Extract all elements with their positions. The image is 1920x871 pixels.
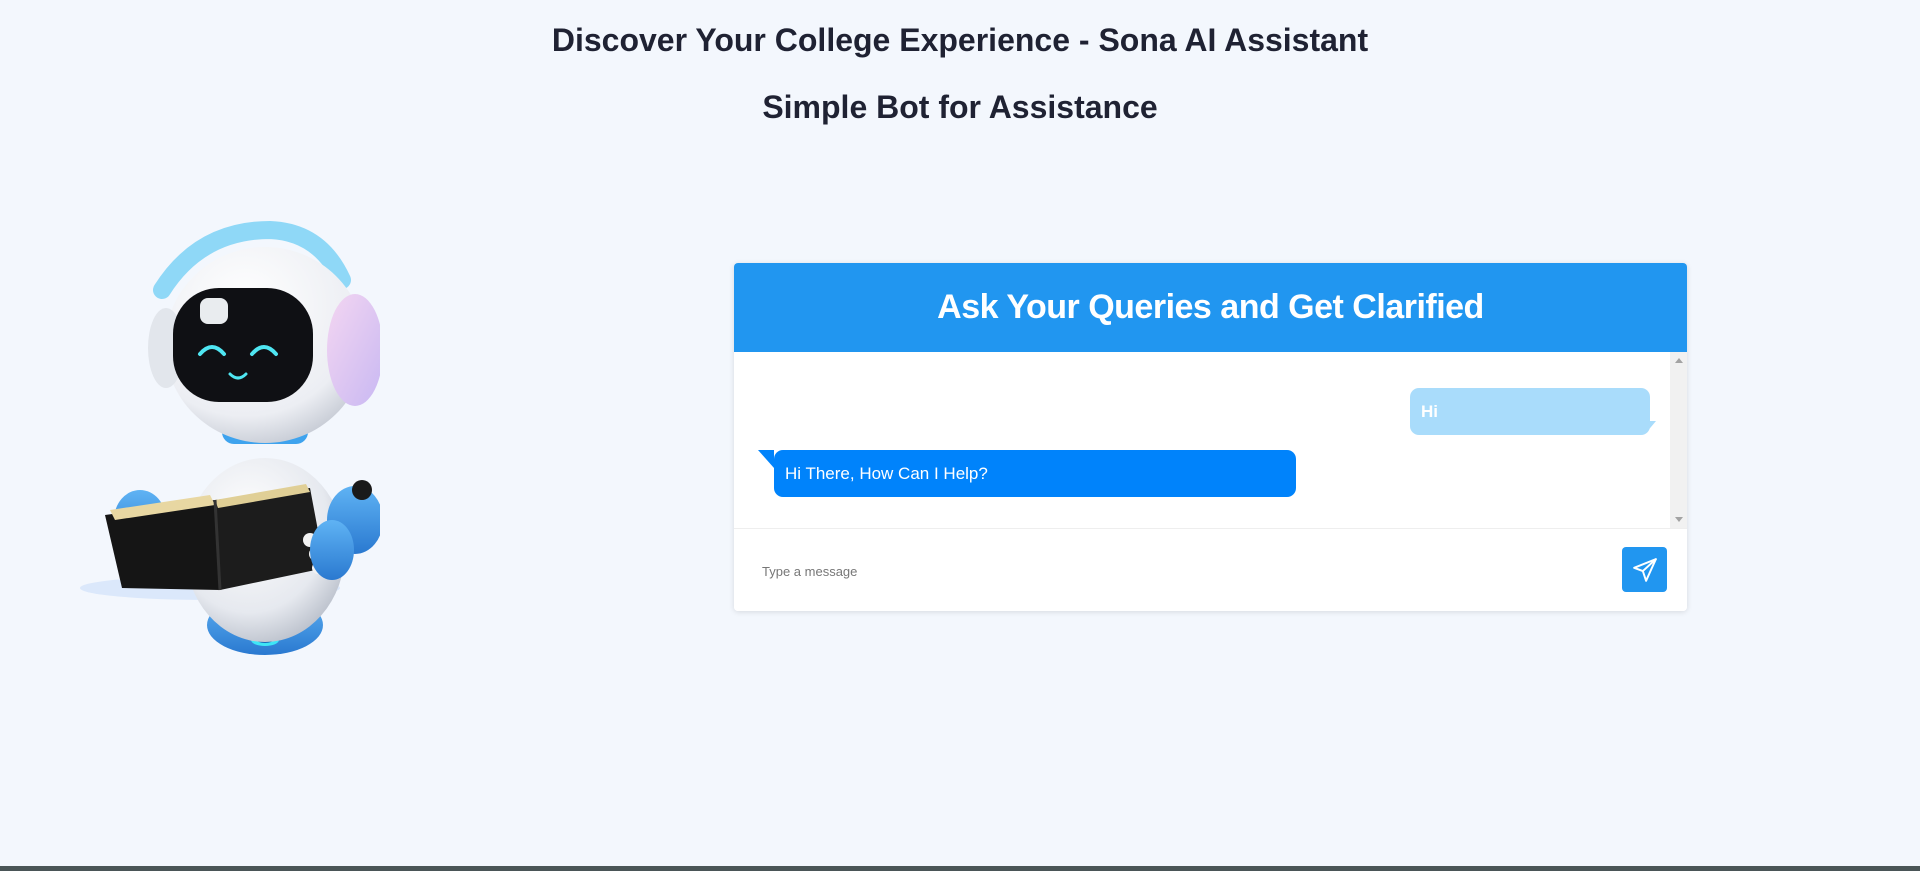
page-title: Discover Your College Experience - Sona … bbox=[551, 22, 1369, 58]
paper-plane-icon bbox=[1632, 557, 1657, 582]
chat-input-row bbox=[734, 528, 1687, 611]
footer-bar bbox=[0, 866, 1920, 871]
message-input[interactable] bbox=[762, 555, 1582, 587]
chat-messages[interactable]: Hi Hi There, How Can I Help? bbox=[734, 352, 1687, 528]
chat-widget: Ask Your Queries and Get Clarified Hi Hi… bbox=[734, 263, 1687, 611]
scroll-down-arrow-icon[interactable] bbox=[1675, 517, 1683, 522]
robot-illustration bbox=[80, 220, 380, 655]
scroll-track[interactable] bbox=[1673, 368, 1684, 512]
user-message-bubble: Hi bbox=[1410, 388, 1650, 435]
bot-message-bubble: Hi There, How Can I Help? bbox=[758, 450, 1296, 497]
chat-header: Ask Your Queries and Get Clarified bbox=[734, 263, 1687, 352]
page-subtitle: Simple Bot for Assistance bbox=[762, 89, 1158, 125]
chat-scrollbar[interactable] bbox=[1670, 352, 1687, 528]
page: Discover Your College Experience - Sona … bbox=[0, 0, 1920, 871]
scroll-up-arrow-icon[interactable] bbox=[1675, 358, 1683, 363]
send-button[interactable] bbox=[1622, 547, 1667, 592]
